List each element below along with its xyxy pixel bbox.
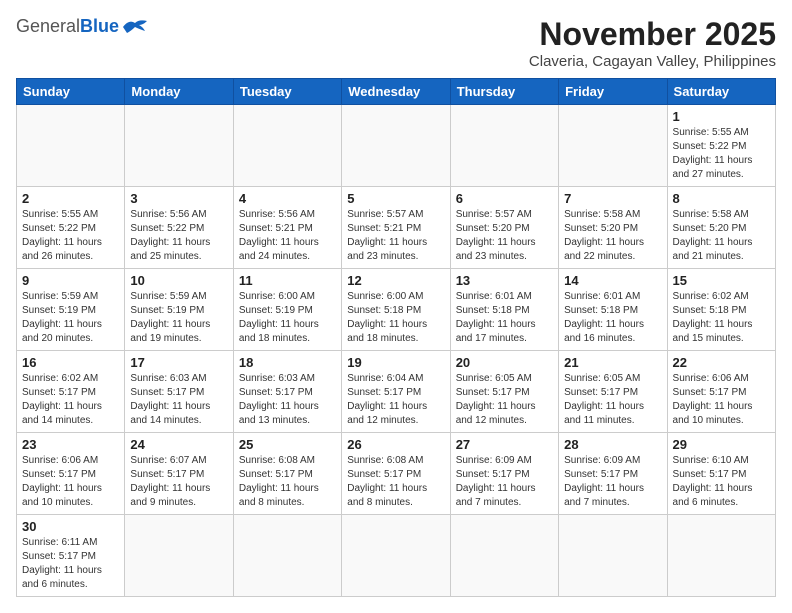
day-number-25: 25: [239, 437, 336, 452]
day-number-3: 3: [130, 191, 227, 206]
day-number-14: 14: [564, 273, 661, 288]
day-9: 9 Sunrise: 5:59 AMSunset: 5:19 PMDayligh…: [17, 269, 125, 351]
day-25: 25 Sunrise: 6:08 AMSunset: 5:17 PMDaylig…: [233, 433, 341, 515]
calendar-table: Sunday Monday Tuesday Wednesday Thursday…: [16, 78, 776, 597]
header-sunday: Sunday: [17, 79, 125, 105]
header-thursday: Thursday: [450, 79, 558, 105]
empty-cell: [450, 105, 558, 187]
day-4: 4 Sunrise: 5:56 AMSunset: 5:21 PMDayligh…: [233, 187, 341, 269]
empty-cell: [125, 105, 233, 187]
day-number-6: 6: [456, 191, 553, 206]
day-23: 23 Sunrise: 6:06 AMSunset: 5:17 PMDaylig…: [17, 433, 125, 515]
day-28: 28 Sunrise: 6:09 AMSunset: 5:17 PMDaylig…: [559, 433, 667, 515]
day-3: 3 Sunrise: 5:56 AMSunset: 5:22 PMDayligh…: [125, 187, 233, 269]
day-24: 24 Sunrise: 6:07 AMSunset: 5:17 PMDaylig…: [125, 433, 233, 515]
day-info-1: Sunrise: 5:55 AM Sunset: 5:22 PM Dayligh…: [673, 126, 770, 182]
day-number-29: 29: [673, 437, 770, 452]
day-number-30: 30: [22, 519, 119, 534]
logo-blue-text: Blue: [80, 16, 119, 37]
empty-cell: [450, 515, 558, 597]
day-number-15: 15: [673, 273, 770, 288]
day-number-20: 20: [456, 355, 553, 370]
day-16: 16 Sunrise: 6:02 AMSunset: 5:17 PMDaylig…: [17, 351, 125, 433]
empty-cell: [559, 105, 667, 187]
day-number-21: 21: [564, 355, 661, 370]
calendar-row-5: 23 Sunrise: 6:06 AMSunset: 5:17 PMDaylig…: [17, 433, 776, 515]
day-number-5: 5: [347, 191, 444, 206]
day-number-13: 13: [456, 273, 553, 288]
day-18: 18 Sunrise: 6:03 AMSunset: 5:17 PMDaylig…: [233, 351, 341, 433]
day-number-27: 27: [456, 437, 553, 452]
logo: General Blue: [16, 16, 149, 37]
day-number-26: 26: [347, 437, 444, 452]
day-14: 14 Sunrise: 6:01 AMSunset: 5:18 PMDaylig…: [559, 269, 667, 351]
day-22: 22 Sunrise: 6:06 AMSunset: 5:17 PMDaylig…: [667, 351, 775, 433]
day-number-4: 4: [239, 191, 336, 206]
day-19: 19 Sunrise: 6:04 AMSunset: 5:17 PMDaylig…: [342, 351, 450, 433]
weekday-header-row: Sunday Monday Tuesday Wednesday Thursday…: [17, 79, 776, 105]
day-number-16: 16: [22, 355, 119, 370]
empty-cell: [342, 515, 450, 597]
day-number-24: 24: [130, 437, 227, 452]
empty-cell: [667, 515, 775, 597]
empty-cell: [342, 105, 450, 187]
day-number-8: 8: [673, 191, 770, 206]
empty-cell: [233, 515, 341, 597]
logo-general-text: General: [16, 16, 80, 37]
day-11: 11 Sunrise: 6:00 AMSunset: 5:19 PMDaylig…: [233, 269, 341, 351]
day-21: 21 Sunrise: 6:05 AMSunset: 5:17 PMDaylig…: [559, 351, 667, 433]
day-1: 1 Sunrise: 5:55 AM Sunset: 5:22 PM Dayli…: [667, 105, 775, 187]
month-title: November 2025: [529, 16, 776, 53]
day-number-2: 2: [22, 191, 119, 206]
header-saturday: Saturday: [667, 79, 775, 105]
calendar-row-3: 9 Sunrise: 5:59 AMSunset: 5:19 PMDayligh…: [17, 269, 776, 351]
empty-cell: [125, 515, 233, 597]
logo-bird-icon: [121, 17, 149, 37]
day-15: 15 Sunrise: 6:02 AMSunset: 5:18 PMDaylig…: [667, 269, 775, 351]
day-13: 13 Sunrise: 6:01 AMSunset: 5:18 PMDaylig…: [450, 269, 558, 351]
calendar-row-6: 30 Sunrise: 6:11 AMSunset: 5:17 PMDaylig…: [17, 515, 776, 597]
day-2: 2 Sunrise: 5:55 AMSunset: 5:22 PMDayligh…: [17, 187, 125, 269]
title-section: November 2025 Claveria, Cagayan Valley, …: [529, 16, 776, 70]
day-number-18: 18: [239, 355, 336, 370]
day-number-1: 1: [673, 109, 770, 124]
day-number-23: 23: [22, 437, 119, 452]
day-number-9: 9: [22, 273, 119, 288]
day-number-19: 19: [347, 355, 444, 370]
day-number-7: 7: [564, 191, 661, 206]
day-27: 27 Sunrise: 6:09 AMSunset: 5:17 PMDaylig…: [450, 433, 558, 515]
header-tuesday: Tuesday: [233, 79, 341, 105]
day-30: 30 Sunrise: 6:11 AMSunset: 5:17 PMDaylig…: [17, 515, 125, 597]
location-subtitle: Claveria, Cagayan Valley, Philippines: [529, 53, 776, 70]
empty-cell: [233, 105, 341, 187]
day-5: 5 Sunrise: 5:57 AMSunset: 5:21 PMDayligh…: [342, 187, 450, 269]
day-number-22: 22: [673, 355, 770, 370]
header-wednesday: Wednesday: [342, 79, 450, 105]
day-6: 6 Sunrise: 5:57 AMSunset: 5:20 PMDayligh…: [450, 187, 558, 269]
day-number-10: 10: [130, 273, 227, 288]
day-7: 7 Sunrise: 5:58 AMSunset: 5:20 PMDayligh…: [559, 187, 667, 269]
header-friday: Friday: [559, 79, 667, 105]
calendar-row-4: 16 Sunrise: 6:02 AMSunset: 5:17 PMDaylig…: [17, 351, 776, 433]
day-10: 10 Sunrise: 5:59 AMSunset: 5:19 PMDaylig…: [125, 269, 233, 351]
day-26: 26 Sunrise: 6:08 AMSunset: 5:17 PMDaylig…: [342, 433, 450, 515]
day-12: 12 Sunrise: 6:00 AMSunset: 5:18 PMDaylig…: [342, 269, 450, 351]
day-number-11: 11: [239, 273, 336, 288]
calendar-row-2: 2 Sunrise: 5:55 AMSunset: 5:22 PMDayligh…: [17, 187, 776, 269]
empty-cell: [17, 105, 125, 187]
calendar-row-1: 1 Sunrise: 5:55 AM Sunset: 5:22 PM Dayli…: [17, 105, 776, 187]
day-29: 29 Sunrise: 6:10 AMSunset: 5:17 PMDaylig…: [667, 433, 775, 515]
day-number-12: 12: [347, 273, 444, 288]
day-8: 8 Sunrise: 5:58 AMSunset: 5:20 PMDayligh…: [667, 187, 775, 269]
empty-cell: [559, 515, 667, 597]
day-20: 20 Sunrise: 6:05 AMSunset: 5:17 PMDaylig…: [450, 351, 558, 433]
page-header: General Blue November 2025 Claveria, Cag…: [16, 16, 776, 70]
day-17: 17 Sunrise: 6:03 AMSunset: 5:17 PMDaylig…: [125, 351, 233, 433]
day-number-28: 28: [564, 437, 661, 452]
day-number-17: 17: [130, 355, 227, 370]
header-monday: Monday: [125, 79, 233, 105]
